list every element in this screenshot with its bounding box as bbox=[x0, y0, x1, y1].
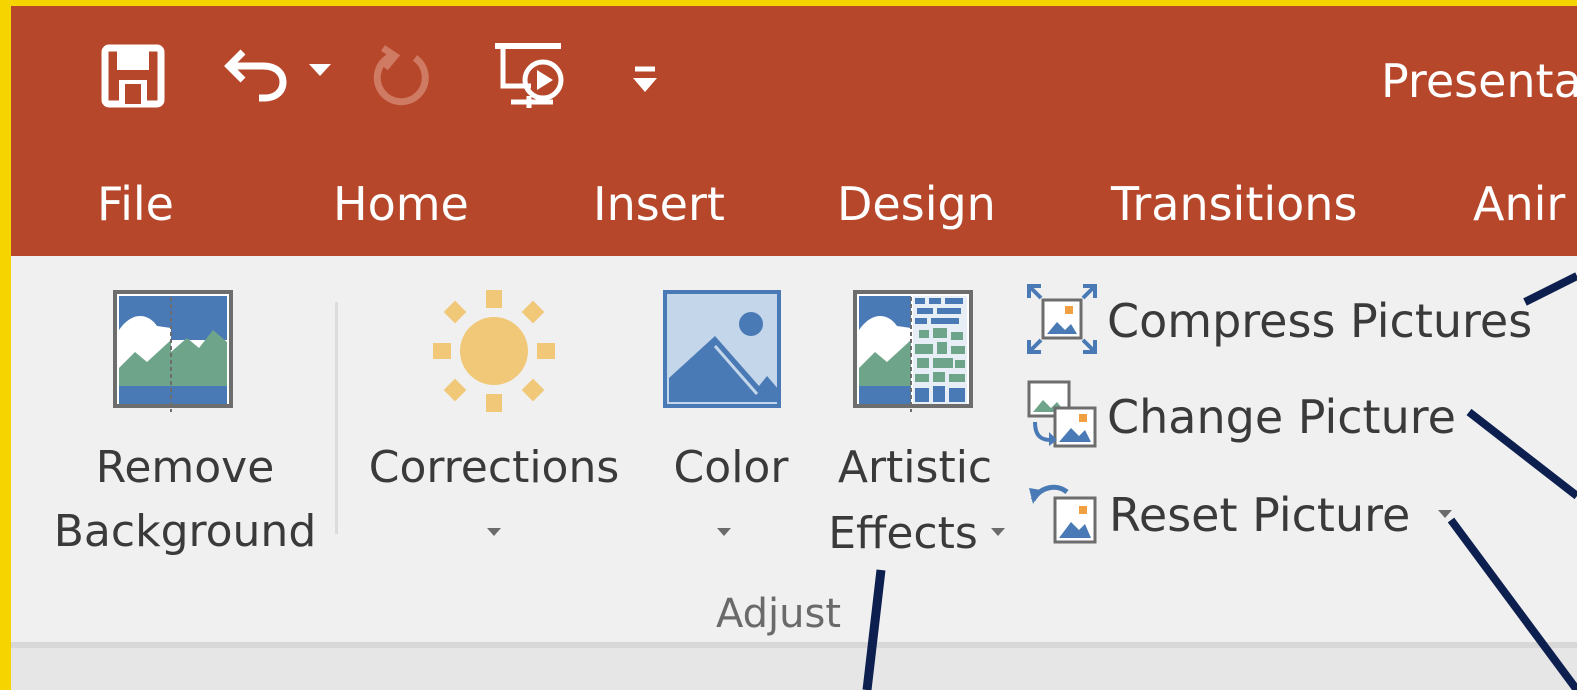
callout-line-change bbox=[1466, 408, 1577, 500]
callout-line-compress bbox=[1523, 272, 1577, 306]
callout-line-reset bbox=[1447, 517, 1577, 690]
powerpoint-window: Presenta File Home Insert Design Transit… bbox=[11, 6, 1577, 690]
callout-lines bbox=[862, 272, 1577, 690]
callout-line-artistic bbox=[862, 569, 886, 690]
